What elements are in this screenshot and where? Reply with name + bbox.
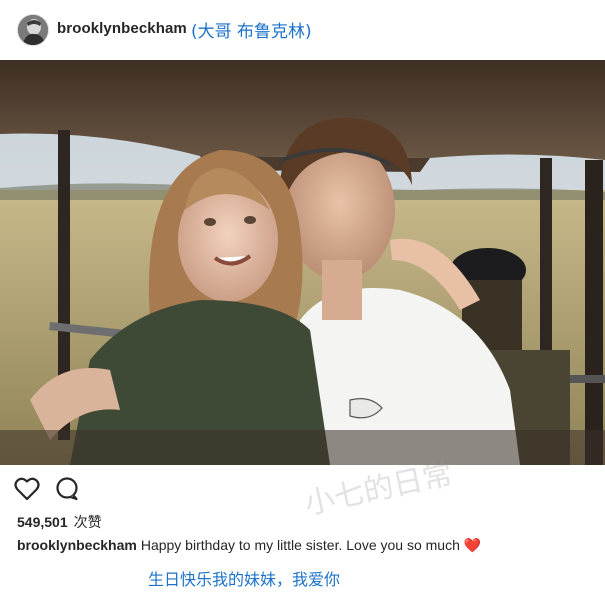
caption-translation: 生日快乐我的妹妹，我爱你 [148, 570, 341, 589]
likes-count[interactable]: 549,501 次赞 [17, 512, 102, 532]
caption-text: Happy birthday to my little sister. Love… [140, 537, 460, 553]
caption-username[interactable]: brooklynbeckham [17, 537, 137, 553]
photo-illustration [0, 60, 605, 465]
likes-suffix: 次赞 [73, 515, 102, 531]
avatar[interactable] [17, 14, 49, 46]
post-actions [0, 474, 605, 504]
comment-bubble-icon[interactable] [54, 477, 80, 501]
post-header: brooklynbeckham (大哥 布鲁克林) [0, 0, 605, 60]
avatar-image [18, 15, 48, 45]
heart-emoji-icon: ❤️ [463, 538, 482, 554]
likes-number: 549,501 [17, 514, 68, 530]
post-username[interactable]: brooklynbeckham [57, 20, 187, 37]
username-translation: (大哥 布鲁克林) [191, 22, 312, 42]
post-photo[interactable] [0, 60, 605, 465]
heart-outline-icon[interactable] [14, 477, 40, 501]
post-caption: brooklynbeckham Happy birthday to my litt… [17, 537, 481, 554]
